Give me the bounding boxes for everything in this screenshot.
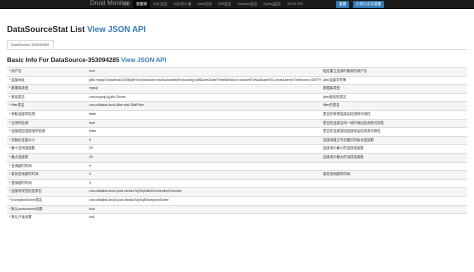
table-row: * 默认只读设置 null (7, 213, 467, 222)
row-value: 0 (87, 170, 321, 180)
table-row: * ExceptionSorter类名 com.alibaba.druid.poo… (7, 195, 467, 205)
row-value: com.alibaba.druid.pool.vendor.MySqlValid… (87, 187, 321, 197)
table-row: * 默认autocommit设置 true (7, 204, 467, 214)
row-description: 连接池中最大的活跃连接数 (321, 152, 467, 163)
row-description: 指定建立连接时使用的用户名 (321, 67, 467, 77)
table-row: * 用户名 root 指定建立连接时使用的用户名 (7, 67, 467, 77)
view-json-api-link[interactable]: View JSON API (87, 25, 146, 34)
nav-item[interactable]: SQL防火墙 (170, 0, 194, 8)
row-description: 是否在连接空闲一段时间后检测其可用性 (321, 118, 467, 128)
table-row: * 连接有效性检查类名 com.alibaba.druid.pool.vendor… (7, 187, 467, 197)
row-name: * 默认只读设置 (7, 213, 87, 222)
row-name: * 最小空闲连接数 (7, 144, 87, 154)
row-name: * 事务查询超时时间 (7, 170, 87, 180)
row-description: 连接池中最小的活跃连接数 (321, 144, 467, 154)
top-navbar: Druid Monitor 首页 数据源 SQL监控 SQL防火墙 Web应用 URI监控… (0, 0, 474, 9)
nav-item[interactable]: JSON API (284, 0, 306, 8)
row-name: * 最大连接数 (7, 152, 87, 163)
row-value: jdbc:mysql://localhost:3306/pet?useUnico… (87, 75, 321, 85)
row-value: null (87, 213, 321, 222)
nav-item[interactable]: Web应用 (194, 0, 215, 8)
row-value: false (87, 127, 321, 137)
reset-button[interactable]: 重置 (336, 0, 350, 8)
table-row: * 驱动类名 com.mysql.cj.jdbc.Driver jdbc驱动的类名 (7, 92, 467, 102)
row-value: 0 (87, 178, 321, 188)
table-row: * 空闲时检测 true 是否在连接空闲一段时间后检测其可用性 (7, 118, 467, 128)
row-description (321, 178, 467, 188)
nav-item[interactable]: SQL监控 (150, 0, 170, 8)
row-value: com.mysql.cj.jdbc.Driver (87, 92, 321, 102)
table-row: * 连接地址 jdbc:mysql://localhost:3306/pet?us… (7, 75, 467, 85)
row-description (321, 161, 467, 171)
row-name: * 连接地址 (7, 75, 87, 85)
row-name: * 初始化连接大小 (7, 135, 87, 145)
nav-item[interactable]: Spring监控 (260, 0, 284, 8)
table-row: * 查询超时时间 0 (7, 161, 467, 171)
row-description (321, 187, 467, 197)
row-value: 0 (87, 161, 321, 171)
row-name: * 连接有效性检查类名 (7, 187, 87, 197)
table-row: * 事务查询超时时间 0 事务查询超时时间 (7, 170, 467, 180)
row-description: filter的类名 (321, 101, 467, 111)
row-name: * 连接放回连接池时检测 (7, 127, 87, 137)
table-row: * 初始化连接大小 5 连接池建立时创建的初始化连接数 (7, 135, 467, 145)
row-description: 数据库类型 (321, 84, 467, 94)
page-title: DataSourceStat List View JSON API (7, 25, 146, 34)
row-description: 事务查询超时时间 (321, 170, 467, 180)
page-title-text: DataSourceStat List (7, 25, 85, 34)
row-value: root (87, 67, 321, 77)
row-name: * filter类名 (7, 101, 87, 111)
row-value: true (87, 204, 321, 214)
row-description (321, 213, 467, 222)
log-and-reset-button[interactable]: 记录日志并重置 (353, 0, 385, 8)
row-description: jdbc驱动的类名 (321, 92, 467, 102)
nav-item[interactable]: URI监控 (215, 0, 234, 8)
nav-menu: 首页 数据源 SQL监控 SQL防火墙 Web应用 URI监控 Session监控 Sprin… (120, 0, 306, 8)
nav-item[interactable]: Session监控 (234, 0, 260, 8)
row-name: * 驱动类名 (7, 92, 87, 102)
row-name: * 用户名 (7, 67, 87, 77)
table-row: * 最大连接数 20 连接池中最大的活跃连接数 (7, 152, 467, 163)
row-name: * 获取连接时检测 (7, 109, 87, 120)
basic-info-table: * 用户名 root 指定建立连接时使用的用户名 * 连接地址 jdbc:mysql:/… (7, 67, 467, 222)
row-name: * 空闲时检测 (7, 118, 87, 128)
row-name: * 查询超时时间 (7, 161, 87, 171)
row-value: mysql (87, 84, 321, 94)
nav-item[interactable]: 首页 (120, 0, 133, 8)
row-description (321, 195, 467, 205)
row-value: com.alibaba.druid.pool.vendor.MySqlExcep… (87, 195, 321, 205)
table-row: * 数据库类型 mysql 数据库类型 (7, 84, 467, 94)
row-description: jdbc连接字符串 (321, 75, 467, 85)
table-row: * 登录超时时间 0 (7, 178, 467, 188)
row-value: 20 (87, 144, 321, 154)
row-description: 是否在获得连接后检测其可用性 (321, 109, 467, 120)
row-value: false (87, 109, 321, 120)
row-value: 5 (87, 135, 321, 145)
row-description: 是否在连接放回连接池后检测其可用性 (321, 127, 467, 137)
table-row: * 最小空闲连接数 20 连接池中最小的活跃连接数 (7, 144, 467, 154)
row-name: * 登录超时时间 (7, 178, 87, 188)
row-name: * ExceptionSorter类名 (7, 195, 87, 205)
basic-info-json-link[interactable]: View JSON API (121, 57, 166, 64)
row-name: * 默认autocommit设置 (7, 204, 87, 214)
table-row: * filter类名 com.alibaba.druid.filter.stat.… (7, 101, 467, 111)
row-value: com.alibaba.druid.filter.stat.StatFilter (87, 101, 321, 111)
row-description (321, 204, 467, 214)
row-value: 20 (87, 152, 321, 163)
table-row: * 获取连接时检测 false 是否在获得连接后检测其可用性 (7, 109, 467, 120)
basic-info-title: Basic Info For DataSource-353094285 View… (7, 57, 166, 64)
nav-item[interactable]: 数据源 (133, 0, 150, 8)
table-row: * 连接放回连接池时检测 false 是否在连接放回连接池后检测其可用性 (7, 127, 467, 137)
tab-divider (7, 49, 467, 50)
row-description: 连接池建立时创建的初始化连接数 (321, 135, 467, 145)
row-name: * 数据库类型 (7, 84, 87, 94)
basic-info-title-text: Basic Info For DataSource-353094285 (7, 57, 120, 64)
row-value: true (87, 118, 321, 128)
